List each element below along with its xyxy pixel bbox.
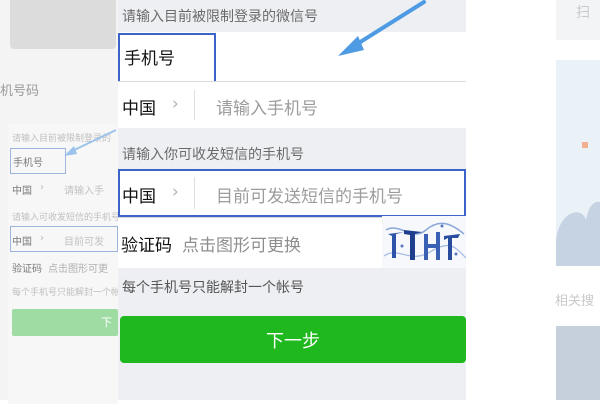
background-chevron-1: › <box>40 182 44 193</box>
background-right-page: 扫 相关搜 <box>466 0 600 400</box>
vertical-divider <box>194 90 195 120</box>
background-right-thumbnail <box>556 326 600 400</box>
background-illustration-dot <box>582 142 588 148</box>
country-selector[interactable]: 中国 <box>122 94 156 119</box>
background-next-button: 下 <box>12 309 118 336</box>
next-step-button[interactable]: 下一步 <box>120 316 466 363</box>
unblock-account-form: 请输入目前被限制登录的微信号 手机号 中国 › 请输入手机号 请输入你可收发短信… <box>118 0 466 400</box>
phone-number-row: 中国 › 请输入手机号 <box>118 82 466 128</box>
background-placeholder-2: 目前可发 <box>64 237 104 248</box>
background-country-2: 中国 <box>12 237 32 248</box>
background-card <box>10 0 116 49</box>
background-label-2: 请输入可收发短信的手机号 <box>12 213 121 223</box>
captcha-label: 验证码 <box>121 236 172 256</box>
annotation-arrow-icon <box>338 0 426 56</box>
background-placeholder-1: 请输入手 <box>64 186 104 197</box>
phone-number-input[interactable]: 请输入手机号 <box>216 94 318 119</box>
account-field-highlight <box>118 33 216 83</box>
background-note: 每个手机号只能解封一个帐 <box>12 288 121 298</box>
section-label-sms: 请输入你可收发短信的手机号 <box>122 147 304 163</box>
captcha-image[interactable] <box>382 216 466 268</box>
background-arrow-icon <box>64 129 117 156</box>
background-captcha-hint: 点击图形可更 <box>48 264 108 275</box>
background-chevron-2: › <box>40 233 44 244</box>
background-left-page: 机号码 请输入目前被限制登录的 手机号 中国 › 请输入手 请输入可收发短信的手… <box>0 0 121 404</box>
captcha-input[interactable]: 点击图形可更换 <box>182 231 301 256</box>
note-text: 每个手机号只能解封一个帐号 <box>122 280 304 296</box>
background-right-label: 相关搜 <box>555 294 595 309</box>
background-field-1: 手机号 <box>13 158 43 169</box>
background-captcha-label: 验证码 <box>12 264 42 275</box>
section-label-account: 请输入目前被限制登录的微信号 <box>122 9 318 25</box>
background-right-glyph: 扫 <box>576 5 590 21</box>
background-heading: 机号码 <box>0 84 40 99</box>
cloud-illustration-icon <box>556 201 600 266</box>
chevron-right-icon: › <box>172 94 179 114</box>
background-country-1: 中国 <box>12 186 32 197</box>
sms-row-highlight <box>118 169 466 217</box>
